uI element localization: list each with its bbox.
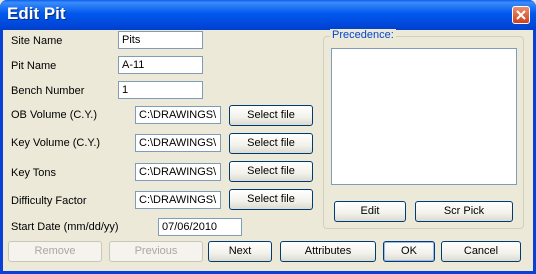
ob-volume-select-file-button[interactable]: Select file xyxy=(229,105,313,126)
key-tons-field[interactable]: C:\DRAWINGS\ xyxy=(135,163,221,181)
dialog-body: Site Name Pits Pit Name A-11 Bench Numbe… xyxy=(3,29,533,271)
cancel-button[interactable]: Cancel xyxy=(441,241,521,262)
previous-button[interactable]: Previous xyxy=(109,241,203,262)
precedence-edit-button[interactable]: Edit xyxy=(334,201,406,222)
close-button[interactable] xyxy=(512,6,530,24)
remove-button[interactable]: Remove xyxy=(8,241,102,262)
pit-name-field[interactable]: A-11 xyxy=(118,56,203,74)
ob-volume-label: OB Volume (C.Y.) xyxy=(11,109,97,121)
key-tons-label: Key Tons xyxy=(11,167,57,179)
window-title: Edit Pit xyxy=(7,4,66,23)
key-tons-select-file-button[interactable]: Select file xyxy=(229,161,313,182)
difficulty-factor-field[interactable]: C:\DRAWINGS\ xyxy=(135,191,221,209)
key-volume-select-file-button[interactable]: Select file xyxy=(229,133,313,154)
attributes-button[interactable]: Attributes xyxy=(280,241,376,262)
key-volume-label: Key Volume (C.Y.) xyxy=(11,137,101,149)
ok-button[interactable]: OK xyxy=(383,241,435,262)
precedence-title: Precedence: xyxy=(330,29,396,41)
precedence-list[interactable] xyxy=(331,48,517,185)
site-name-field[interactable]: Pits xyxy=(118,31,203,49)
difficulty-factor-select-file-button[interactable]: Select file xyxy=(229,189,313,210)
pit-name-label: Pit Name xyxy=(11,60,57,72)
next-button[interactable]: Next xyxy=(208,241,272,262)
bench-number-label: Bench Number xyxy=(11,85,85,97)
site-name-label: Site Name xyxy=(11,35,63,47)
difficulty-factor-label: Difficulty Factor xyxy=(11,195,87,207)
start-date-field[interactable]: 07/06/2010 xyxy=(158,218,242,236)
scr-pick-button[interactable]: Scr Pick xyxy=(415,201,513,222)
title-bar: Edit Pit xyxy=(0,0,536,30)
start-date-label: Start Date (mm/dd/yy) xyxy=(11,221,119,233)
close-icon xyxy=(516,10,526,20)
ob-volume-field[interactable]: C:\DRAWINGS\ xyxy=(135,106,221,124)
key-volume-field[interactable]: C:\DRAWINGS\ xyxy=(135,134,221,152)
bench-number-field[interactable]: 1 xyxy=(118,81,203,99)
edit-pit-dialog: Edit Pit Site Name Pits Pit Name A-11 Be… xyxy=(0,0,536,274)
